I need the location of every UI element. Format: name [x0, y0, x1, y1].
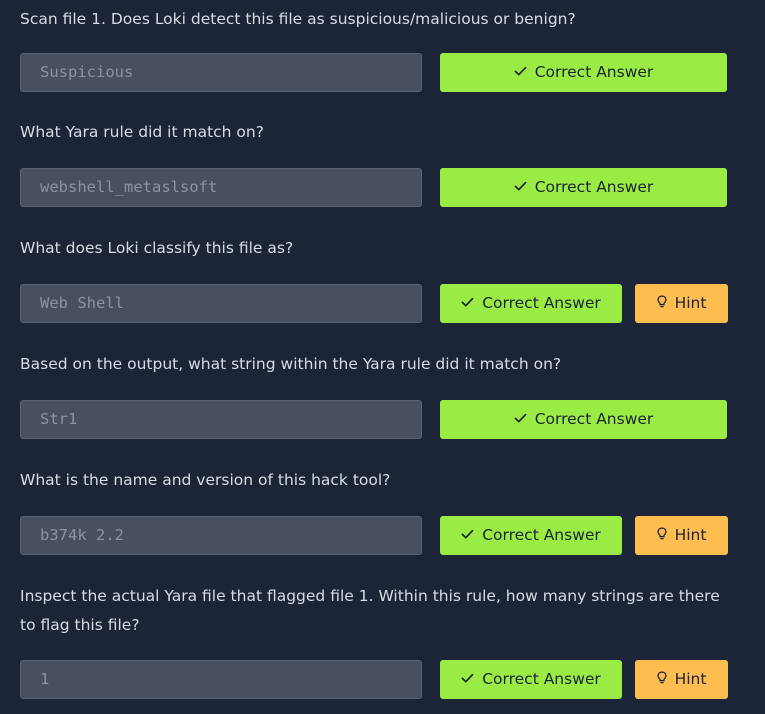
- question-text: What does Loki classify this file as?: [20, 239, 294, 257]
- correct-answer-button[interactable]: Correct Answer: [440, 53, 727, 92]
- correct-answer-label: Correct Answer: [534, 63, 654, 81]
- lightbulb-icon: [656, 671, 667, 684]
- correct-answer-label: Correct Answer: [482, 526, 601, 544]
- question-block: Based on the output, what string within …: [20, 350, 740, 439]
- answer-field[interactable]: 1: [20, 660, 422, 699]
- correct-answer-label: Correct Answer: [534, 410, 654, 428]
- check-icon: [514, 66, 527, 76]
- question-text: What is the name and version of this hac…: [20, 471, 391, 489]
- question-text: What Yara rule did it match on?: [20, 123, 264, 141]
- answer-field[interactable]: Suspicious: [20, 53, 422, 92]
- question-block: Inspect the actual Yara file that flagge…: [20, 582, 740, 699]
- correct-answer-button[interactable]: Correct Answer: [440, 168, 727, 207]
- check-icon: [514, 181, 527, 191]
- correct-answer-label: Correct Answer: [534, 178, 654, 196]
- lightbulb-icon: [656, 527, 667, 540]
- answer-field[interactable]: Str1: [20, 400, 422, 439]
- hint-button[interactable]: Hint: [635, 284, 728, 323]
- lightbulb-icon: [656, 295, 667, 308]
- answer-field[interactable]: b374k 2.2: [20, 516, 422, 555]
- hint-label: Hint: [674, 526, 707, 544]
- hint-button[interactable]: Hint: [635, 660, 728, 699]
- check-icon: [514, 413, 527, 423]
- correct-answer-label: Correct Answer: [482, 294, 601, 312]
- question-block: What is the name and version of this hac…: [20, 466, 740, 555]
- question-text: Inspect the actual Yara file that flagge…: [20, 587, 720, 634]
- correct-answer-button[interactable]: Correct Answer: [440, 400, 727, 439]
- hint-button[interactable]: Hint: [635, 516, 728, 555]
- check-icon: [461, 529, 474, 539]
- question-block: What Yara rule did it match on? webshell…: [20, 118, 740, 207]
- check-icon: [461, 297, 474, 307]
- question-block: Scan file 1. Does Loki detect this file …: [20, 5, 740, 92]
- answer-field[interactable]: webshell_metaslsoft: [20, 168, 422, 207]
- question-text: Based on the output, what string within …: [20, 355, 562, 373]
- question-block: What does Loki classify this file as? We…: [20, 234, 740, 323]
- correct-answer-button[interactable]: Correct Answer: [440, 660, 622, 699]
- correct-answer-button[interactable]: Correct Answer: [440, 516, 622, 555]
- check-icon: [461, 673, 474, 683]
- hint-label: Hint: [674, 670, 707, 688]
- correct-answer-label: Correct Answer: [482, 670, 601, 688]
- correct-answer-button[interactable]: Correct Answer: [440, 284, 622, 323]
- question-text: Scan file 1. Does Loki detect this file …: [20, 10, 576, 28]
- hint-label: Hint: [674, 294, 707, 312]
- answer-field[interactable]: Web Shell: [20, 284, 422, 323]
